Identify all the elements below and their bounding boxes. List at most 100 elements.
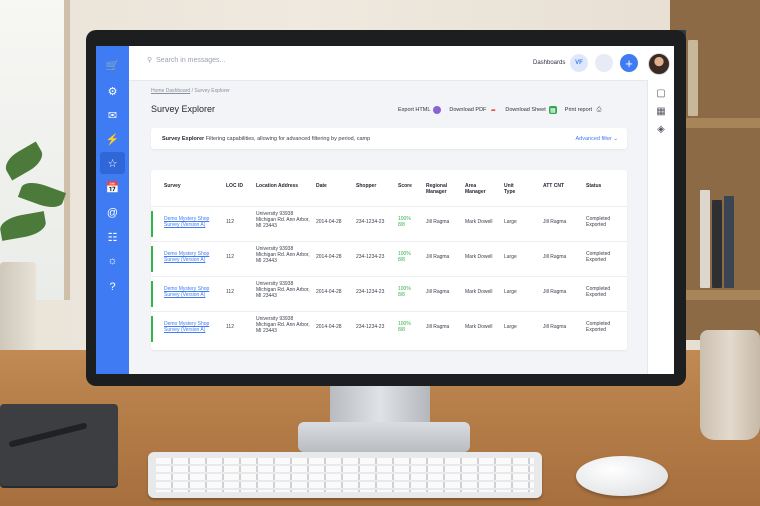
book [712, 200, 722, 288]
loc-id-cell: 112 [226, 289, 234, 295]
column-header-status[interactable]: Status [586, 183, 601, 189]
download-sheet-button[interactable]: Download Sheet ▦ [505, 106, 557, 114]
printer-icon: ⎙ [596, 106, 602, 113]
date-cell: 2014-04-28 [316, 324, 342, 330]
page-title: Survey Explorer [151, 104, 216, 114]
book [700, 190, 710, 288]
area-manager-cell: Mark Dowell [465, 254, 493, 260]
address-cell: University 93938 Michigan Rd. Ann Arbor,… [256, 281, 310, 299]
att-cnt-cell: Jill Ragma [543, 254, 567, 260]
download-sheet-label: Download Sheet [505, 107, 546, 113]
download-pdf-button[interactable]: Download PDF ➦ [449, 106, 497, 114]
inbox-icon[interactable]: ▢ [654, 86, 668, 100]
survey-table: Survey LOC ID Location Address Date Shop… [151, 170, 627, 350]
export-html-label: Export HTML [398, 107, 431, 113]
survey-link[interactable]: Demo Mystery Shop Survey (Version A) [164, 251, 220, 263]
calendar-grid-icon[interactable]: ▦ [654, 104, 668, 118]
print-report-button[interactable]: Print report ⎙ [565, 106, 603, 114]
plant-pot [0, 262, 36, 362]
survey-link[interactable]: Demo Mystery Shop Survey (Version A) [164, 216, 220, 228]
column-header-shopper[interactable]: Shopper [356, 183, 376, 189]
area-manager-cell: Mark Dowell [465, 324, 493, 330]
column-header-unit-type[interactable]: Unit Type [504, 183, 526, 195]
column-header-att-cnt[interactable]: ATT CNT [543, 183, 564, 189]
sheet-icon: ▦ [548, 106, 557, 114]
book [724, 196, 734, 288]
loc-id-cell: 112 [226, 324, 234, 330]
area-manager-cell: Mark Dowell [465, 289, 493, 295]
breadcrumb-home[interactable]: Home Dashboard [151, 88, 190, 94]
chevron-down-icon: ⌄ [613, 136, 618, 142]
monitor-screen: 🛒 ⚙ ✉ ⚡ ☆ 📅 @ ☷ ☼ ? ⚲ Search in messages… [96, 46, 674, 374]
table-row[interactable]: Demo Mystery Shop Survey (Version A) 112… [151, 241, 627, 277]
date-cell: 2014-04-28 [316, 254, 342, 260]
add-button[interactable]: + [620, 54, 638, 72]
address-cell: University 93938 Michigan Rd. Ann Arbor,… [256, 211, 310, 229]
mug [700, 330, 760, 440]
table-row[interactable]: Demo Mystery Shop Survey (Version A) 112… [151, 206, 627, 242]
user-initials-avatar[interactable]: VF [570, 54, 588, 72]
table-row[interactable]: Demo Mystery Shop Survey (Version A) 112… [151, 311, 627, 347]
att-cnt-cell: Jill Ragma [543, 324, 567, 330]
date-cell: 2014-04-28 [316, 289, 342, 295]
status-cell: Completed Exported [586, 321, 611, 333]
topbar: ⚲ Search in messages... Dashboards VF + [129, 46, 674, 81]
dashboards-link[interactable]: Dashboards [533, 60, 565, 66]
filter-bar: Survey Explorer Filtering capabilities, … [151, 128, 627, 149]
contact-icon[interactable]: ☷ [100, 226, 125, 248]
search-box[interactable]: ⚲ Search in messages... [147, 56, 225, 65]
keyboard [148, 452, 542, 498]
score-cell: 100% 8/8 [398, 216, 411, 228]
address-cell: University 93938 Michigan Rd. Ann Arbor,… [256, 246, 310, 264]
mouse [576, 456, 668, 496]
filter-label: Survey Explorer Filtering capabilities, … [162, 136, 370, 142]
att-cnt-cell: Jill Ragma [543, 219, 567, 225]
mail-icon[interactable]: ✉ [100, 104, 125, 126]
download-pdf-label: Download PDF [449, 107, 487, 113]
column-header-score[interactable]: Score [398, 183, 412, 189]
loc-id-cell: 112 [226, 254, 234, 260]
table-row[interactable]: Demo Mystery Shop Survey (Version A) 112… [151, 276, 627, 312]
calendar-icon[interactable]: 📅 [100, 176, 125, 198]
search-input[interactable]: Search in messages... [156, 57, 225, 64]
search-icon: ⚲ [147, 57, 153, 64]
keyboard-keys [156, 458, 534, 492]
survey-link[interactable]: Demo Mystery Shop Survey (Version A) [164, 321, 220, 333]
status-cell: Completed Exported [586, 286, 611, 298]
survey-link[interactable]: Demo Mystery Shop Survey (Version A) [164, 286, 220, 298]
row-status-bar [151, 316, 153, 342]
shopper-cell: 234-1234-23 [356, 219, 385, 225]
address-cell: University 93938 Michigan Rd. Ann Arbor,… [256, 316, 310, 334]
regional-manager-cell: Jill Ragma [426, 289, 450, 295]
column-header-loc-id[interactable]: LOC ID [226, 183, 243, 189]
gear-icon[interactable]: ⚙ [100, 80, 125, 102]
help-icon[interactable]: ? [100, 276, 125, 298]
unit-type-cell: Large [504, 254, 517, 260]
bulb-icon[interactable]: ☼ [100, 250, 125, 272]
regional-manager-cell: Jill Ragma [426, 254, 450, 260]
layers-icon[interactable]: ◈ [654, 122, 668, 136]
row-status-bar [151, 246, 153, 272]
avatar[interactable] [648, 53, 670, 75]
at-icon[interactable]: @ [100, 202, 125, 224]
shopper-cell: 234-1234-23 [356, 289, 385, 295]
cart-icon[interactable]: 🛒 [100, 54, 125, 76]
notification-button[interactable] [595, 54, 613, 72]
monitor-stand-base [298, 422, 470, 452]
row-status-bar [151, 281, 153, 307]
right-rail: ▢ ▦ ◈ [647, 80, 674, 374]
column-header-location-address[interactable]: Location Address [256, 183, 298, 189]
row-status-bar [151, 211, 153, 237]
column-header-survey[interactable]: Survey [164, 183, 181, 189]
column-header-regional-manager[interactable]: Regional Manager [426, 183, 456, 195]
column-header-date[interactable]: Date [316, 183, 327, 189]
star-check-icon[interactable]: ☆ [100, 152, 125, 174]
regional-manager-cell: Jill Ragma [426, 324, 450, 330]
advanced-filter-toggle[interactable]: Advanced filter ⌄ [575, 136, 618, 142]
export-html-button[interactable]: Export HTML [398, 106, 442, 114]
column-header-area-manager[interactable]: Area Manager [465, 183, 495, 195]
score-cell: 100% 8/8 [398, 251, 411, 263]
bolt-icon[interactable]: ⚡ [100, 128, 125, 150]
actions-toolbar: Export HTML Download PDF ➦ Download Shee… [398, 106, 603, 114]
status-cell: Completed Exported [586, 216, 611, 228]
